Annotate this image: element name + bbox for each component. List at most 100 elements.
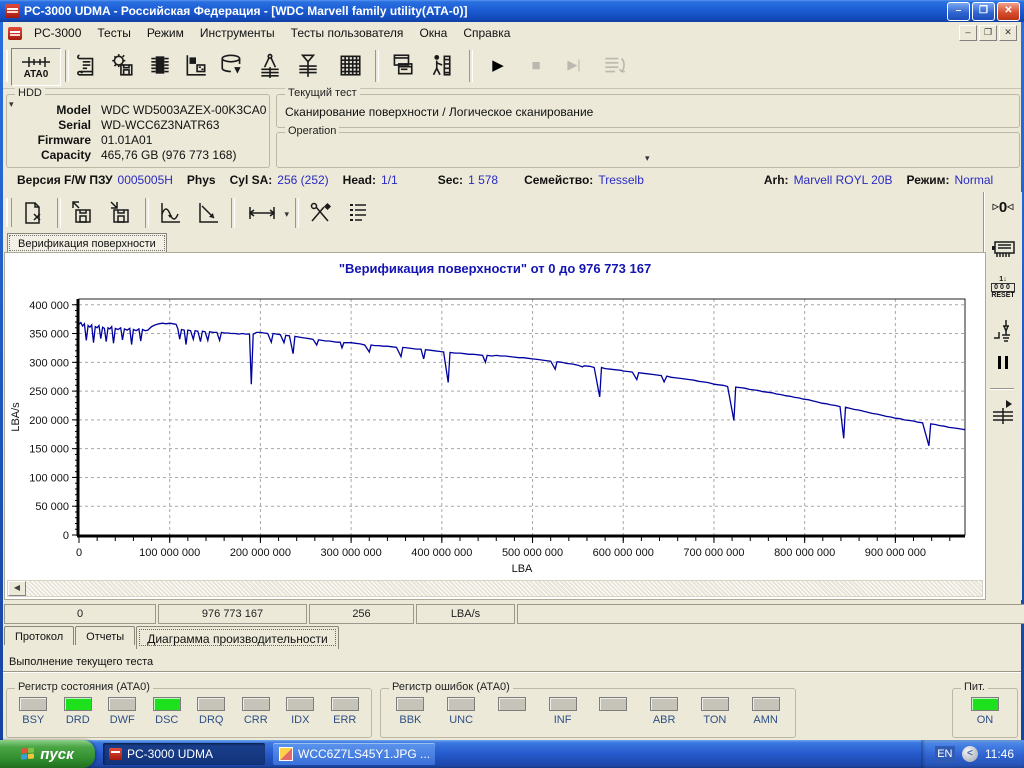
- toolbar-grip[interactable]: [6, 198, 12, 227]
- menu-item-pc-3000[interactable]: PC-3000: [26, 24, 89, 42]
- grid-icon: [337, 52, 363, 78]
- pause-test-button[interactable]: [988, 356, 1018, 374]
- defect-list-button[interactable]: [291, 49, 325, 81]
- task-button[interactable]: PC-3000 UDMA: [103, 743, 265, 765]
- load-data-button[interactable]: [103, 197, 137, 229]
- led-indicator: [701, 697, 729, 711]
- led-cell: UNC: [439, 697, 483, 727]
- scroll-left-button[interactable]: ◀: [8, 581, 26, 596]
- rom-chip-button[interactable]: [143, 49, 177, 81]
- reset-drive-button[interactable]: 1↓ 000 RESET: [988, 276, 1018, 299]
- settings-save-button[interactable]: [105, 49, 139, 81]
- zero-counters-button[interactable]: ▷0◁: [988, 200, 1018, 215]
- surface-test-button[interactable]: [253, 49, 287, 81]
- start-button[interactable]: пуск: [0, 740, 95, 768]
- svg-text:0: 0: [76, 547, 82, 559]
- toolbar-separator: [231, 198, 235, 228]
- chart-status-cells: 0976 773 167256LBA/s: [4, 604, 1024, 624]
- range-dropdown-icon[interactable]: ▾: [284, 209, 289, 219]
- stop-test-button: ■: [519, 49, 553, 81]
- disk-structure-button[interactable]: [215, 49, 249, 81]
- resource-map-icon: [183, 52, 209, 78]
- tab-отчеты[interactable]: Отчеты: [75, 626, 135, 645]
- svg-text:400 000: 400 000: [29, 300, 69, 312]
- menu-item-режим[interactable]: Режим: [139, 24, 192, 42]
- led-indicator: [64, 697, 92, 711]
- minimize-button[interactable]: –: [947, 2, 970, 21]
- range-select-button[interactable]: ▾: [239, 197, 287, 229]
- task-button[interactable]: WCC6Z7LS45Y1.JPG ...: [273, 743, 435, 765]
- graph-view-button[interactable]: [153, 197, 187, 229]
- pc3000-logo-icon: [109, 748, 122, 760]
- menu-item-тесты[interactable]: Тесты: [89, 24, 138, 42]
- utility-report-button[interactable]: [69, 49, 103, 81]
- queue-list-icon: [601, 52, 627, 78]
- drive-status-strip: Версия F/W ПЗУ0005005HPhysCyl SA:256 (25…: [3, 168, 1021, 192]
- probe-icon: [991, 318, 1015, 344]
- status-value: 1/1: [381, 173, 398, 187]
- compass-platters-icon: [257, 52, 283, 78]
- tools-icon: [308, 201, 332, 225]
- tab-surface-verification[interactable]: Верификация поверхности: [7, 233, 167, 253]
- sector-view-button[interactable]: [333, 49, 367, 81]
- disk-cylinder-icon: [219, 52, 245, 78]
- windows-button[interactable]: [385, 49, 419, 81]
- menu-item-инструменты[interactable]: Инструменты: [192, 24, 283, 42]
- mdi-restore-icon[interactable]: ❐: [979, 25, 997, 41]
- decline-view-button[interactable]: [191, 197, 225, 229]
- chip-icon: [147, 52, 173, 78]
- menu-item-тесты-пользователя[interactable]: Тесты пользователя: [283, 24, 412, 42]
- run-test-button[interactable]: ▶: [481, 49, 515, 81]
- status-value: 0005005H: [118, 173, 173, 187]
- status-label: Cyl SA:: [230, 173, 273, 187]
- chart-scrollbar[interactable]: ◀: [7, 580, 983, 597]
- maximize-button[interactable]: ❐: [972, 2, 995, 21]
- hdd-field-row: Firmware01.01A01: [13, 133, 266, 147]
- tray-app-icon[interactable]: <: [962, 746, 978, 762]
- operation-label: Operation: [285, 125, 339, 137]
- status-value: 256 (252): [277, 173, 328, 187]
- current-test-groupbox: Текущий тест Сканирование поверхности / …: [276, 94, 1020, 128]
- tab-протокол[interactable]: Протокол: [4, 626, 74, 645]
- save-data-button[interactable]: [65, 197, 99, 229]
- toolbar-separator: [145, 198, 149, 228]
- hdd-group-label: HDD: [15, 87, 45, 99]
- clear-report-button[interactable]: [15, 197, 49, 229]
- hdd-groupbox: HDD ▾ ModelWDC WD5003AZEX-00K3CA0SerialW…: [6, 94, 270, 168]
- close-button[interactable]: ✕: [997, 2, 1020, 21]
- mdi-minimize-icon[interactable]: –: [959, 25, 977, 41]
- result-tabs: ПротоколОтчетыДиаграмма производительнос…: [4, 626, 340, 648]
- range-icon: [246, 201, 280, 225]
- svg-text:LBA/s: LBA/s: [10, 402, 22, 432]
- menu-item-справка[interactable]: Справка: [455, 24, 518, 42]
- test-settings-button[interactable]: [303, 197, 337, 229]
- operation-dropdown-icon[interactable]: ▾: [645, 153, 650, 163]
- parameters-list-button[interactable]: [341, 197, 375, 229]
- test-toolbar: ▾: [3, 192, 984, 233]
- led-indicator: [599, 697, 627, 711]
- tab-диаграмма-производительности[interactable]: Диаграмма производительности: [136, 626, 339, 649]
- terminal-probe-button[interactable]: [988, 318, 1018, 344]
- svg-text:150 000: 150 000: [29, 444, 69, 456]
- windows-logo-icon: [21, 747, 35, 761]
- menu-item-окна[interactable]: Окна: [411, 24, 455, 42]
- resources-button[interactable]: [179, 49, 213, 81]
- led-cell: BBK: [388, 697, 432, 727]
- led-cell: DWF: [100, 697, 144, 727]
- svg-text:200 000 000: 200 000 000: [230, 547, 291, 559]
- led-cell: ON: [963, 697, 1007, 727]
- status-value: Marvell ROYL 20B: [794, 173, 893, 187]
- start-power-button[interactable]: [988, 398, 1018, 424]
- led-cell: DSC: [145, 697, 189, 727]
- power-card-button[interactable]: [988, 238, 1018, 260]
- chart-svg: 050 000100 000150 000200 000250 000300 0…: [5, 279, 983, 579]
- led-cell: ERR: [323, 697, 367, 727]
- language-indicator[interactable]: EN: [935, 746, 955, 763]
- stop-icon: ■: [531, 57, 540, 74]
- exit-utility-button[interactable]: [423, 49, 457, 81]
- svg-text:800 000 000: 800 000 000: [774, 547, 835, 559]
- led-indicator: [549, 697, 577, 711]
- svg-text:700 000 000: 700 000 000: [683, 547, 744, 559]
- mdi-close-icon[interactable]: ✕: [999, 25, 1017, 41]
- port-ata0-button[interactable]: ATA0: [11, 48, 61, 86]
